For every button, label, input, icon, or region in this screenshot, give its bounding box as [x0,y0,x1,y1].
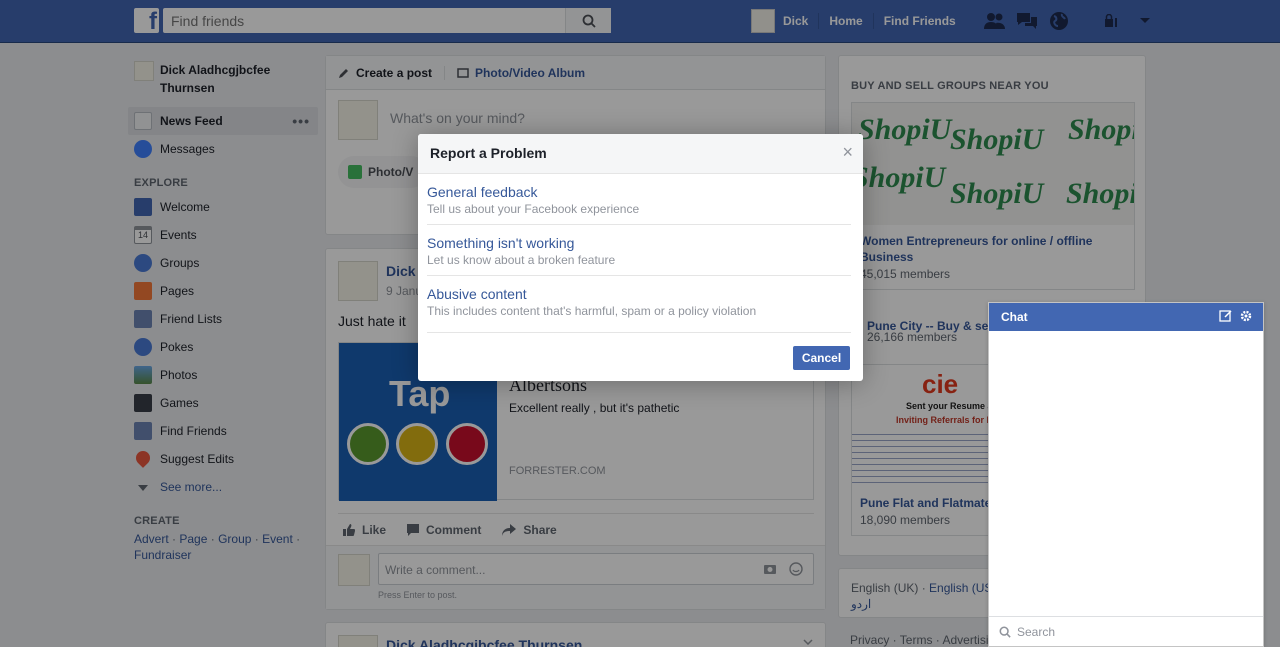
gear-icon[interactable] [1239,309,1253,323]
option-subtitle: Tell us about your Facebook experience [427,202,640,216]
option-subtitle: This includes content that's harmful, sp… [427,304,757,318]
search-icon [999,626,1011,638]
compose-icon[interactable] [1219,309,1233,323]
close-icon[interactable]: × [842,143,853,161]
option-abusive-content[interactable]: Abusive content This includes content th… [427,276,851,327]
chat-header[interactable]: Chat [989,303,1263,331]
option-something-not-working[interactable]: Something isn't working Let us know abou… [427,225,851,276]
chat-title: Chat [1001,310,1028,324]
chat-search-placeholder: Search [1017,624,1056,639]
option-title[interactable]: Something isn't working [427,235,851,251]
option-subtitle: Let us know about a broken feature [427,253,616,267]
chat-search[interactable]: Search [989,616,1263,646]
dialog-title: Report a Problem [430,145,547,161]
option-title[interactable]: General feedback [427,184,851,200]
report-problem-dialog: Report a Problem × General feedback Tell… [418,134,863,381]
dialog-header: Report a Problem × [418,134,863,174]
chat-panel: Chat Search [988,302,1264,647]
option-title[interactable]: Abusive content [427,286,851,302]
dialog-footer: Cancel [427,332,851,370]
option-general-feedback[interactable]: General feedback Tell us about your Face… [427,174,851,225]
chat-tools [1219,309,1253,323]
cancel-button[interactable]: Cancel [793,346,850,370]
